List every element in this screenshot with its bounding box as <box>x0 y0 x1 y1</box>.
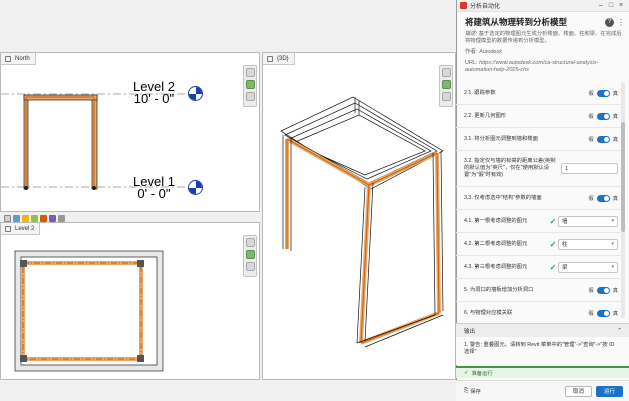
param-row-3-1: 3.1. 将分析图元调整到墙和楼面 假真 <box>456 128 624 151</box>
save-link[interactable]: ⎘ 保存 <box>464 387 481 396</box>
crop-icon[interactable] <box>49 214 56 222</box>
author-row: 作者: Autodesk <box>465 49 502 55</box>
level-1-label: Level 1 0' - 0" <box>133 174 175 201</box>
pan-icon[interactable] <box>245 92 255 101</box>
param-row-5: 5. 为洞口的墙板增加分析洞口 假真 <box>456 279 624 302</box>
url-row: URL: https://www.autodesk.com/ca-structu… <box>465 60 599 73</box>
steering-wheel-icon[interactable] <box>245 80 255 89</box>
sun-path-icon[interactable] <box>31 214 38 222</box>
save-icon: ⎘ <box>464 387 469 394</box>
associate-physical-toggle[interactable] <box>596 309 610 317</box>
check-icon: ✓ <box>549 216 557 226</box>
analytical-openings-toggle[interactable] <box>596 286 610 294</box>
plan-nav-bar[interactable] <box>243 235 257 277</box>
param-row-6: 6. 与物理对应模关联 假真 <box>456 302 624 325</box>
param-row-4-2: 4.2. 第二根考虑调整的图元 ✓ 柱 ▾ <box>456 233 624 256</box>
description: 描述: 基于选定的物理图元生成分析楼面、楼面、柱和梁、在完成后将物理模型的数据传… <box>465 31 622 44</box>
url-link[interactable]: https://www.autodesk.com/ca-structural-a… <box>465 60 598 73</box>
close-icon[interactable]: × <box>616 2 626 9</box>
level-2-marker-icon[interactable] <box>188 86 203 101</box>
visual-style-icon[interactable] <box>22 214 29 222</box>
shadows-icon[interactable] <box>40 214 47 222</box>
output-message: 1. 警告: 重叠图元。请转到 Revit 菜单中的"管理"->"查询"->"按… <box>456 337 629 365</box>
tolerance-input[interactable]: 1 <box>561 163 618 174</box>
window-title: 分析自动化 <box>470 4 501 10</box>
hide-icon[interactable] <box>58 214 65 222</box>
param-row-3-3: 3.3. 仅考虑选中"结构"参数的墙面 假真 <box>456 187 624 210</box>
viewport-area: North Level 2 10' - 0" Level 1 0' - 0" L… <box>0 0 456 401</box>
maximize-icon[interactable]: □ <box>606 2 616 9</box>
cancel-button[interactable]: 取消 <box>564 385 592 397</box>
panel-footer: ⎘ 保存 取消 运行 <box>456 380 629 401</box>
chevron-down-icon: ▾ <box>611 241 614 247</box>
structural-walls-toggle[interactable] <box>596 194 610 202</box>
steering-wheel-icon[interactable] <box>441 80 451 89</box>
scrollbar-thumb[interactable] <box>621 122 625 232</box>
pan-icon[interactable] <box>245 262 255 271</box>
plan-drawing <box>14 250 164 372</box>
zoom-icon[interactable] <box>245 68 255 77</box>
param-row-4-3: 4.3. 第三根考虑调整的图元 ✓ 梁 ▾ <box>456 256 624 279</box>
chevron-down-icon: ▾ <box>611 218 614 224</box>
3d-drawing <box>280 96 444 348</box>
level-2-label: Level 2 10' - 0" <box>133 79 175 106</box>
param-row-2-2: 2.2. 更新几何图形 假真 <box>456 105 624 128</box>
plan-view[interactable]: Level 2 <box>0 222 260 380</box>
panel-title: 将建筑从物理转到分析模型 <box>465 17 568 27</box>
steering-wheel-icon[interactable] <box>245 250 255 259</box>
status-check-icon: ✓ <box>464 370 469 376</box>
adjust-to-walls-toggle[interactable] <box>596 135 610 143</box>
track-params-toggle[interactable] <box>596 89 610 97</box>
app-root: North Level 2 10' - 0" Level 1 0' - 0" L… <box>0 0 629 401</box>
parameter-list: 2.1. 跟踪参数 假真 2.2. 更新几何图形 假真 3.1. 将分析图元调整… <box>456 82 624 325</box>
third-element-dropdown[interactable]: 梁 ▾ <box>558 261 618 273</box>
first-element-dropdown[interactable]: 墙 ▾ <box>558 215 618 227</box>
second-element-dropdown[interactable]: 柱 ▾ <box>558 238 618 250</box>
output-header[interactable]: 输出 ⌃ <box>456 323 629 337</box>
collapse-icon[interactable]: ⌃ <box>617 328 622 334</box>
elevation-nav-bar[interactable] <box>243 65 257 107</box>
update-geometry-toggle[interactable] <box>596 112 610 120</box>
param-row-3-2: 3.2. 指定仅与墙的标高的距离公差(英制的默认值为"英尺"，仅在"使用默认设置… <box>456 151 624 187</box>
detail-level-icon[interactable] <box>13 214 20 222</box>
panel-scrollbar[interactable] <box>621 82 625 318</box>
scale-icon[interactable] <box>4 214 11 222</box>
check-icon: ✓ <box>549 262 557 272</box>
check-icon: ✓ <box>549 239 557 249</box>
level-1-marker-icon[interactable] <box>188 180 203 195</box>
chevron-down-icon: ▾ <box>611 264 614 270</box>
minimize-icon[interactable]: – <box>596 2 606 9</box>
3d-nav-bar[interactable] <box>439 65 453 107</box>
zoom-icon[interactable] <box>245 238 255 247</box>
elevation-view[interactable]: North <box>0 52 260 212</box>
run-button[interactable]: 运行 <box>595 385 623 397</box>
more-options-icon[interactable]: ⋮ <box>617 18 625 27</box>
status-bar: ✓ 准备运行 <box>456 366 629 378</box>
3d-view[interactable]: {3D} <box>262 52 456 380</box>
param-row-2-1: 2.1. 跟踪参数 假真 <box>456 82 624 105</box>
viewcube-icon[interactable] <box>441 68 451 77</box>
panel-titlebar[interactable]: 分析自动化 – □ × <box>457 0 629 12</box>
status-text: 准备运行 <box>471 371 493 377</box>
elevation-drawing <box>1 93 197 190</box>
app-icon <box>460 2 467 9</box>
help-icon[interactable]: ? <box>605 17 614 27</box>
orbit-icon[interactable] <box>441 92 451 101</box>
param-row-4-1: 4.1. 第一根考虑调整的图元 ✓ 墙 ▾ <box>456 210 624 233</box>
